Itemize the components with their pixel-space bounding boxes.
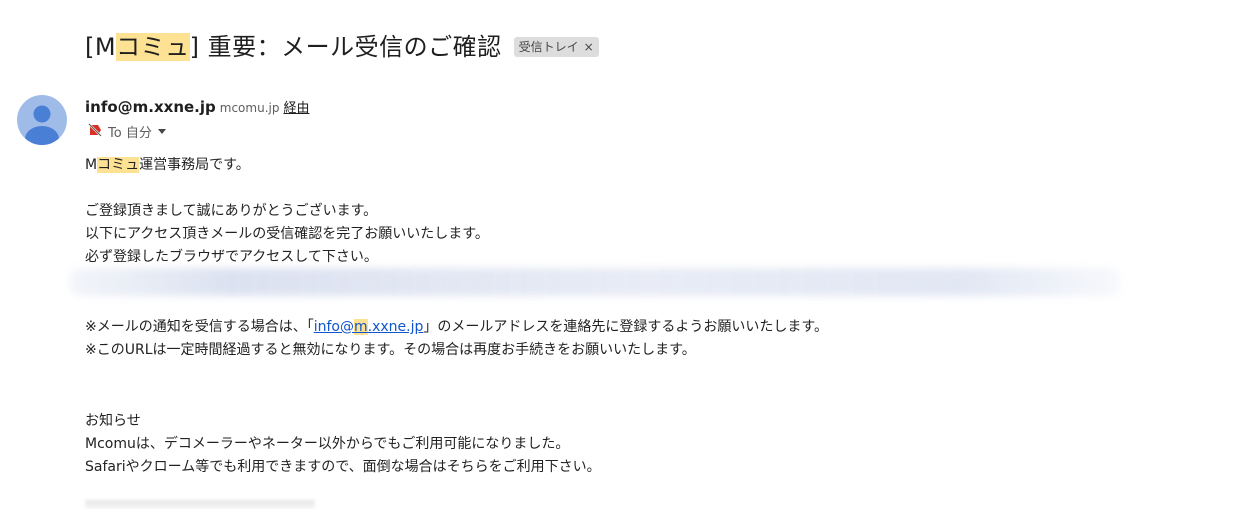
redacted-url-block bbox=[70, 268, 1120, 296]
subject-text: ] 重要：メール受信のご確認 bbox=[189, 33, 502, 61]
intro-search-highlight: コミュ bbox=[97, 157, 140, 173]
email-view: [Mコミュ] 重要：メール受信のご確認 受信トレイ × info@m.xxne.… bbox=[0, 0, 1235, 509]
intro-suffix: 運営事務局です。 bbox=[139, 157, 250, 173]
intro-prefix: M bbox=[85, 157, 98, 173]
body-line: ご登録頂きまして誠にありがとうございます。 bbox=[85, 203, 378, 219]
link-search-highlight: m bbox=[354, 319, 368, 335]
email-body: Mコミュ運営事務局です。 ご登録頂きまして誠にありがとうございます。 以下にアク… bbox=[85, 154, 1185, 269]
sender-via-domain: mcomu.jp bbox=[219, 101, 280, 115]
sender-email-link[interactable]: info@m.xxne.jp bbox=[313, 319, 424, 335]
subject-prefix: [M bbox=[85, 33, 117, 61]
body-intro: Mコミュ運営事務局です。 bbox=[85, 154, 1185, 177]
sender-email[interactable]: info@m.xxne.jp bbox=[85, 98, 216, 116]
email-subject: [Mコミュ] 重要：メール受信のご確認 bbox=[85, 27, 502, 62]
body-line: 以下にアクセス頂きメールの受信確認を完了お願いいたします。 bbox=[85, 226, 489, 242]
email-body-announcement: お知らせ Mcomuは、デコメーラーやネーター以外からでもご利用可能になりました… bbox=[85, 409, 1185, 478]
notice-suffix: 」のメールアドレスを連絡先に登録するようお願いいたします。 bbox=[423, 319, 828, 335]
important-off-icon[interactable] bbox=[88, 122, 102, 141]
email-body-notices: ※メールの通知を受信する場合は、「info@m.xxne.jp」のメールアドレス… bbox=[85, 316, 1185, 362]
inbox-label-chip[interactable]: 受信トレイ × bbox=[513, 36, 599, 57]
sender-avatar[interactable] bbox=[17, 95, 67, 145]
announcement-line: Safariやクローム等でも利用できますので、面倒な場合はそちらをご利用下さい。 bbox=[85, 459, 601, 475]
inbox-label-text: 受信トレイ bbox=[518, 40, 579, 54]
notice-line: ※メールの通知を受信する場合は、「info@m.xxne.jp」のメールアドレス… bbox=[85, 316, 1185, 339]
recipient-text: To 自分 bbox=[108, 126, 152, 141]
link-part: .xxne.jp bbox=[367, 319, 424, 335]
cut-off-text bbox=[85, 500, 315, 509]
sender-row: info@m.xxne.jp mcomu.jp 経由 bbox=[85, 97, 309, 116]
notice-prefix: ※メールの通知を受信する場合は、「 bbox=[85, 319, 314, 335]
via-info-link[interactable]: 経由 bbox=[283, 97, 309, 116]
url-expiry-notice: ※このURLは一定時間経過すると無効になります。その場合は再度お手続きをお願いい… bbox=[85, 342, 696, 358]
announcement-line: Mcomuは、デコメーラーやネーター以外からでもご利用可能になりました。 bbox=[85, 436, 570, 452]
chevron-down-icon[interactable] bbox=[157, 129, 166, 134]
announcement-heading: お知らせ bbox=[85, 413, 141, 429]
body-line: 必ず登録したブラウザでアクセスして下さい。 bbox=[85, 249, 378, 265]
subject-search-highlight: コミュ bbox=[116, 33, 190, 61]
subject-row: [Mコミュ] 重要：メール受信のご確認 受信トレイ × bbox=[85, 27, 599, 62]
recipient-row: To 自分 bbox=[88, 122, 166, 141]
remove-label-icon[interactable]: × bbox=[584, 40, 594, 54]
link-part: info@ bbox=[313, 319, 354, 335]
default-user-avatar-icon bbox=[25, 105, 59, 145]
